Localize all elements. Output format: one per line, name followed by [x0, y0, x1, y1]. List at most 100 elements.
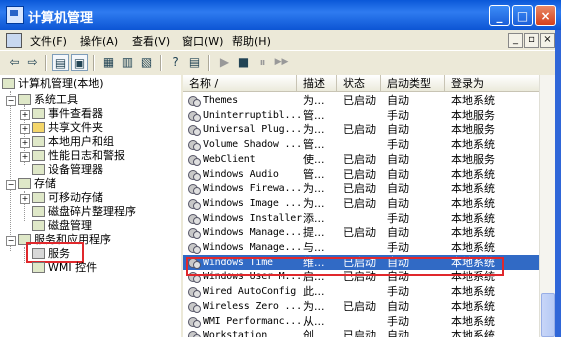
service-gear-icon — [188, 154, 201, 166]
table-row[interactable]: Themes 为... 已启动 自动 本地系统 — [183, 93, 539, 108]
table-row[interactable]: Windows Manage... 与... 手动 本地系统 — [183, 240, 539, 255]
tree-item-device-manager[interactable]: 设备管理器 — [32, 163, 103, 177]
title-bar[interactable]: 计算机管理 _ □ × — [0, 0, 561, 30]
cell-desc: 管... — [303, 108, 325, 122]
column-header-startup-type[interactable]: 启动类型 — [381, 75, 445, 92]
cell-startup: 自动 — [387, 196, 409, 210]
cell-status: 已启动 — [343, 94, 376, 107]
table-row[interactable]: Windows Image ... 为... 已启动 自动 本地系统 — [183, 196, 539, 211]
minimize-button[interactable]: _ — [489, 5, 510, 26]
table-row[interactable]: Universal Plug... 为... 已启动 自动 本地服务 — [183, 122, 539, 137]
tree-item-wmi-control[interactable]: WMI 控件 — [32, 261, 97, 275]
collapse-toggle[interactable]: − — [6, 180, 16, 190]
service-gear-icon — [188, 316, 201, 328]
table-row[interactable]: Volume Shadow ... 管... 手动 本地系统 — [183, 137, 539, 152]
table-row[interactable]: Wired AutoConfig 此... 手动 本地系统 — [183, 284, 539, 299]
column-header-description[interactable]: 描述 — [297, 75, 337, 92]
refresh-icon[interactable]: ▥ — [119, 54, 136, 71]
cell-logon: 本地服务 — [451, 108, 495, 122]
cell-name: Windows Firewa... — [203, 183, 302, 195]
service-gear-icon — [188, 139, 201, 152]
table-row[interactable]: Workstation 创... 已启动 自动 本地系统 — [183, 328, 539, 337]
cell-startup: 自动 — [387, 182, 409, 196]
maximize-button[interactable]: □ — [512, 5, 533, 26]
tree-item-local-users-groups[interactable]: 本地用户和组 — [32, 135, 114, 149]
menu-help[interactable]: 帮助(H) — [232, 33, 271, 49]
tree-item-performance-logs[interactable]: 性能日志和警报 — [32, 149, 125, 163]
cell-status: 已启动 — [343, 196, 376, 210]
menu-view[interactable]: 查看(V) — [132, 33, 170, 49]
pause-service-icon[interactable]: ⏸ — [254, 54, 271, 71]
table-row[interactable]: Uninterruptibl... 管... 手动 本地服务 — [183, 108, 539, 123]
tree-item-removable-storage[interactable]: 可移动存储 — [32, 191, 103, 205]
collapse-toggle[interactable]: − — [6, 96, 16, 106]
event-viewer-icon — [32, 108, 45, 119]
scrollbar-thumb[interactable] — [541, 293, 555, 337]
table-row[interactable]: WMI Performanc... 从... 手动 本地系统 — [183, 314, 539, 329]
tree-item-event-viewer[interactable]: 事件查看器 — [32, 107, 103, 121]
tree-item-storage[interactable]: 存储 — [18, 177, 56, 191]
menu-window[interactable]: 窗口(W) — [182, 33, 223, 49]
expand-toggle[interactable]: + — [20, 194, 30, 204]
expand-toggle[interactable]: + — [20, 152, 30, 162]
table-row[interactable]: Windows Firewa... 为... 已启动 自动 本地系统 — [183, 181, 539, 196]
storage-icon — [18, 178, 31, 189]
cell-name: WebClient — [203, 153, 256, 165]
properties-icon[interactable]: ▦ — [100, 54, 117, 71]
vertical-scrollbar[interactable] — [539, 75, 556, 337]
child-minimize-button[interactable]: _ — [508, 33, 523, 48]
tree-item-computer-management[interactable]: 计算机管理(本地) — [2, 77, 104, 91]
cell-name: Wired AutoConfig — [203, 286, 297, 298]
wmi-icon — [32, 262, 45, 273]
column-header-name[interactable]: 名称 / — [183, 75, 297, 92]
expand-toggle[interactable]: + — [20, 110, 30, 120]
back-arrow-icon[interactable]: ⇦ — [6, 54, 23, 71]
tree-item-shared-folders[interactable]: 共享文件夹 — [32, 121, 103, 135]
computer-icon — [2, 78, 15, 89]
child-close-button[interactable]: × — [540, 33, 555, 48]
view-icon[interactable]: ▤ — [186, 54, 203, 71]
table-row[interactable]: Windows Audio 管... 已启动 自动 本地系统 — [183, 167, 539, 182]
forward-arrow-icon[interactable]: ⇨ — [24, 54, 41, 71]
column-header-status[interactable]: 状态 — [337, 75, 381, 92]
tree-item-disk-management[interactable]: 磁盘管理 — [32, 219, 92, 233]
start-service-icon[interactable]: ▶ — [216, 54, 233, 71]
cell-startup: 手动 — [387, 108, 409, 122]
up-level-icon[interactable]: ▤ — [52, 54, 69, 71]
close-button[interactable]: × — [535, 5, 556, 26]
expand-toggle[interactable]: + — [20, 138, 30, 148]
cell-name: Workstation — [203, 330, 268, 337]
restart-service-icon[interactable]: ▶▶ — [273, 54, 290, 71]
table-row[interactable]: Windows Manage... 提... 已启动 自动 本地系统 — [183, 225, 539, 240]
column-header-log-on-as[interactable]: 登录为 — [445, 75, 539, 92]
highlight-box-windows-time — [186, 257, 504, 276]
tree-item-disk-defragmenter[interactable]: 磁盘碎片整理程序 — [32, 205, 136, 219]
table-row[interactable]: Wireless Zero ... 为... 已启动 自动 本地系统 — [183, 299, 539, 314]
menu-file[interactable]: 文件(F) — [30, 33, 67, 49]
cell-logon: 本地系统 — [451, 285, 495, 299]
help-icon[interactable]: ? — [167, 54, 184, 71]
service-gear-icon — [188, 110, 201, 122]
collapse-toggle[interactable]: − — [6, 236, 16, 246]
child-restore-button[interactable]: ▫ — [524, 33, 539, 48]
expand-toggle[interactable]: + — [20, 124, 30, 134]
cell-status: 已启动 — [343, 182, 376, 196]
export-list-icon[interactable]: ▧ — [138, 54, 155, 71]
cell-status: 已启动 — [343, 329, 376, 337]
service-gear-icon — [188, 286, 201, 299]
cell-logon: 本地系统 — [451, 94, 495, 107]
table-row[interactable]: Windows Installer 添... 手动 本地系统 — [183, 211, 539, 226]
tools-icon — [18, 94, 31, 105]
table-row[interactable]: WebClient 使... 已启动 自动 本地服务 — [183, 152, 539, 167]
console-tree: 计算机管理(本地) − 系统工具 + 事件查看器 + 共享文件夹 + 本地用户和… — [0, 75, 183, 337]
service-gear-icon — [188, 301, 201, 313]
cell-startup: 自动 — [387, 226, 409, 240]
console-icon[interactable] — [6, 33, 22, 48]
cell-logon: 本地系统 — [451, 314, 495, 328]
menu-action[interactable]: 操作(A) — [80, 33, 118, 49]
cell-startup: 手动 — [387, 314, 409, 328]
stop-service-icon[interactable]: ■ — [235, 54, 252, 71]
tree-item-system-tools[interactable]: 系统工具 — [18, 93, 78, 107]
show-tree-icon[interactable]: ▣ — [71, 54, 88, 71]
cell-startup: 自动 — [387, 94, 409, 107]
